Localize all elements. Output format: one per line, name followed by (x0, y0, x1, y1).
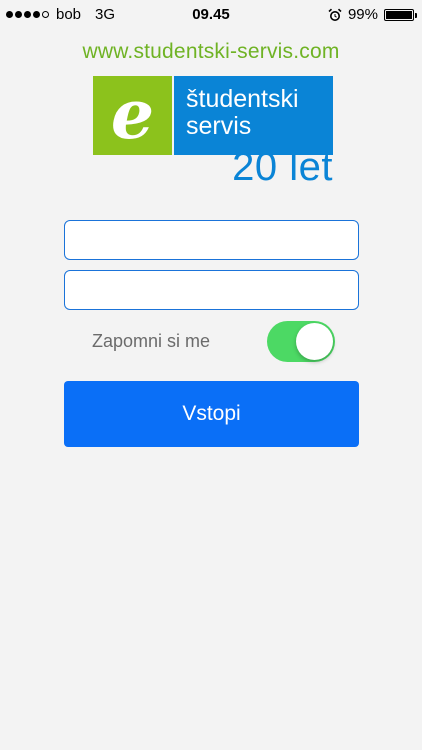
logo-line-1: študentski (186, 85, 299, 113)
remember-me-label: Zapomni si me (92, 331, 211, 351)
remember-me-toggle[interactable] (267, 321, 335, 362)
status-right: 99% (328, 6, 417, 23)
alarm-clock-icon (328, 8, 342, 21)
logo-e-mark: e (93, 76, 172, 155)
logo-anniversary: 20 let (232, 145, 333, 189)
logo-line-2: servis (186, 112, 252, 140)
battery-icon (384, 8, 417, 21)
logo-wordmark: študentski servis (174, 76, 333, 155)
login-button[interactable]: Vstopi (64, 381, 359, 447)
status-bar: bob 3G 09.45 99% (0, 0, 422, 30)
studentski-servis-logo: e študentski servis 20 let (93, 76, 333, 188)
toggle-knob[interactable] (296, 323, 333, 360)
username-field[interactable] (64, 220, 359, 260)
site-url: www.studentski-servis.com (82, 40, 340, 63)
battery-fill (386, 10, 412, 19)
battery-percentage: 99% (347, 6, 378, 23)
password-field[interactable] (64, 270, 359, 310)
